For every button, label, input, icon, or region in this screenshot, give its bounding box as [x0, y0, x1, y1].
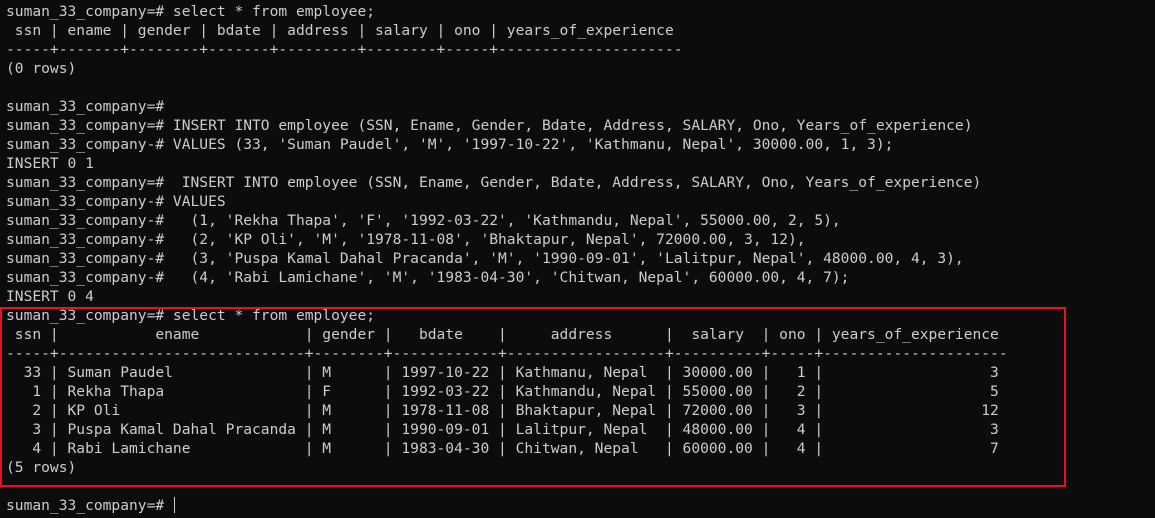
insert-values-row-2: suman_33_company-# (2, 'KP Oli', 'M', '1… — [6, 231, 806, 248]
empty-table-separator: -----+-------+--------+-------+---------… — [6, 41, 683, 58]
empty-table-header: ssn | ename | gender | bdate | address |… — [6, 22, 674, 39]
insert-values-row-1: suman_33_company-# (1, 'Rekha Thapa', 'F… — [6, 212, 841, 229]
result-table-header: ssn | ename | gender | bdate | address |… — [6, 326, 999, 343]
terminal-output[interactable]: suman_33_company=# select * from employe… — [6, 2, 1155, 515]
table-row: 33 | Suman Paudel | M | 1997-10-22 | Kat… — [6, 364, 999, 381]
insert-values-keyword: suman_33_company-# VALUES — [6, 193, 226, 210]
current-prompt: suman_33_company=# — [6, 497, 173, 514]
insert-command-1: suman_33_company=# INSERT INTO employee … — [6, 117, 973, 134]
insert-command-2: suman_33_company=# INSERT INTO employee … — [6, 174, 982, 191]
insert-result-1: INSERT 0 1 — [6, 155, 94, 172]
table-row: 3 | Puspa Kamal Dahal Pracanda | M | 199… — [6, 421, 999, 438]
current-prompt-line[interactable]: suman_33_company=# — [6, 496, 1155, 515]
prompt-empty: suman_33_company=# — [6, 98, 165, 115]
row-count-five: (5 rows) — [6, 459, 77, 476]
text-cursor — [173, 497, 176, 513]
prompt-select-2: suman_33_company=# select * from employe… — [6, 307, 376, 324]
row-count-zero: (0 rows) — [6, 60, 77, 77]
insert-values-row-3: suman_33_company-# (3, 'Puspa Kamal Daha… — [6, 250, 964, 267]
insert-result-2: INSERT 0 4 — [6, 288, 94, 305]
prompt-select-1: suman_33_company=# select * from employe… — [6, 3, 376, 20]
insert-values-1: suman_33_company-# VALUES (33, 'Suman Pa… — [6, 136, 894, 153]
table-row: 4 | Rabi Lamichane | M | 1983-04-30 | Ch… — [6, 440, 999, 457]
insert-values-row-4: suman_33_company-# (4, 'Rabi Lamichane',… — [6, 269, 850, 286]
result-table-separator: -----+----------------------------+-----… — [6, 345, 1008, 362]
table-row: 2 | KP Oli | M | 1978-11-08 | Bhaktapur,… — [6, 402, 999, 419]
table-row: 1 | Rekha Thapa | F | 1992-03-22 | Kathm… — [6, 383, 999, 400]
